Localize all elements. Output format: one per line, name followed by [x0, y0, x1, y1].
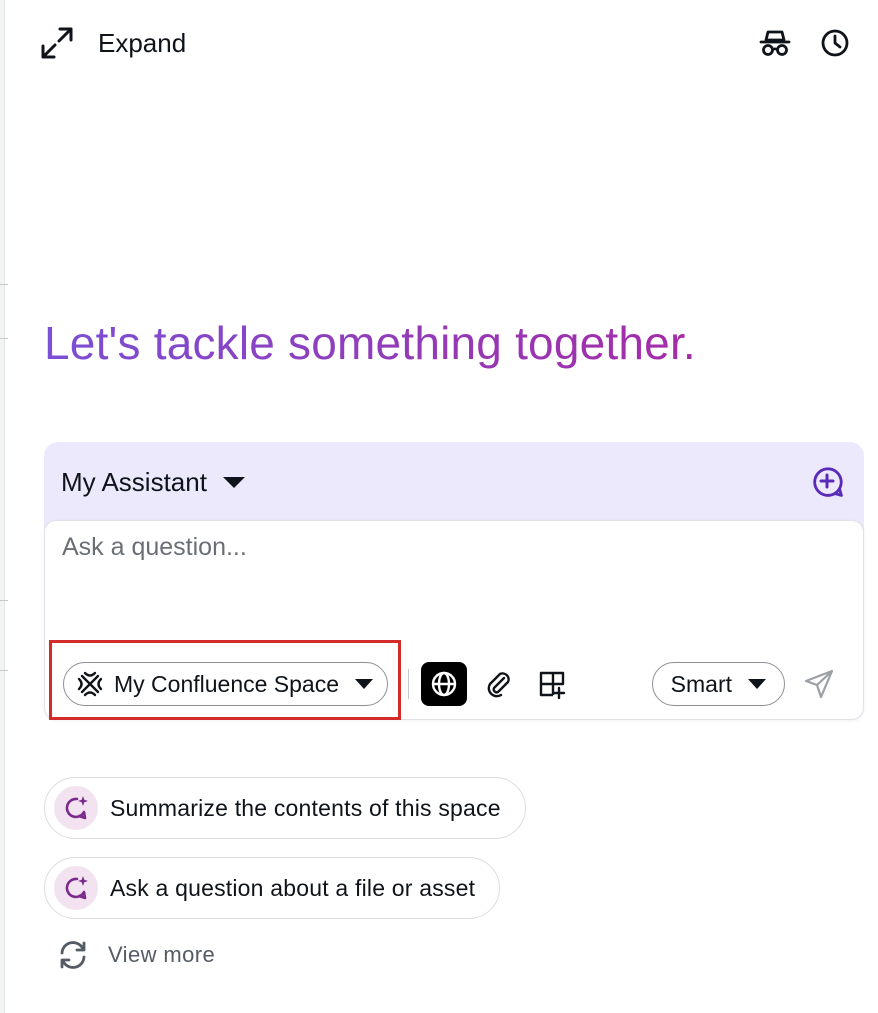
assistant-selector[interactable]: My Assistant: [61, 467, 245, 498]
send-button[interactable]: [799, 664, 839, 704]
toolbar-divider: [408, 669, 410, 699]
assistant-card: My Assistant My Confluence: [44, 442, 864, 720]
panel-header: Expand: [40, 22, 852, 64]
chevron-down-icon: [748, 679, 766, 689]
edge-divider: [0, 600, 8, 601]
incognito-button[interactable]: [758, 26, 792, 60]
suggestion-label: Ask a question about a file or asset: [110, 874, 476, 901]
page-edge: [0, 0, 5, 1013]
paperclip-icon: [487, 672, 510, 698]
suggestion-chip[interactable]: Ask a question about a file or asset: [44, 857, 501, 919]
globe-icon: [431, 671, 457, 697]
question-input[interactable]: [62, 533, 842, 593]
mode-label: Smart: [670, 670, 732, 697]
space-label: My Confluence Space: [114, 670, 340, 697]
edge-divider: [0, 670, 8, 671]
assistant-name: My Assistant: [61, 466, 207, 497]
ai-chat-icon: [54, 866, 98, 910]
view-more-label: View more: [108, 942, 216, 967]
add-widget-button[interactable]: [529, 662, 575, 706]
assistant-panel: Expand Let's tackle something together. …: [0, 0, 878, 1013]
view-more-button[interactable]: View more: [56, 940, 215, 970]
new-chat-button[interactable]: [810, 464, 846, 500]
mode-selector[interactable]: Smart: [651, 662, 785, 706]
confluence-space-icon: [77, 671, 103, 697]
history-button[interactable]: [818, 26, 852, 60]
space-selector[interactable]: My Confluence Space: [63, 662, 389, 706]
chevron-down-icon: [355, 679, 374, 689]
add-grid-icon: [539, 671, 566, 699]
new-chat-icon: [813, 467, 843, 497]
refresh-icon: [60, 941, 86, 969]
expand-icon: [41, 27, 73, 59]
ai-chat-icon: [54, 786, 98, 830]
send-icon: [804, 669, 834, 699]
welcome-headline: Let's tackle something together.: [44, 317, 696, 369]
expand-button[interactable]: Expand: [40, 26, 186, 60]
attach-button[interactable]: [475, 662, 521, 706]
incognito-icon: [759, 30, 791, 56]
suggestion-label: Summarize the contents of this space: [110, 794, 501, 821]
history-icon: [821, 29, 849, 57]
chevron-down-icon: [222, 476, 245, 488]
input-toolbar: My Confluence Space Smart: [63, 661, 839, 707]
expand-label: Expand: [98, 27, 187, 58]
edge-divider: [0, 338, 8, 339]
web-search-toggle[interactable]: [421, 662, 468, 706]
suggestion-chip[interactable]: Summarize the contents of this space: [44, 777, 526, 839]
header-actions: [758, 26, 852, 60]
question-box: My Confluence Space: [44, 520, 864, 720]
edge-divider: [0, 284, 8, 285]
assistant-header: My Assistant: [61, 464, 846, 500]
